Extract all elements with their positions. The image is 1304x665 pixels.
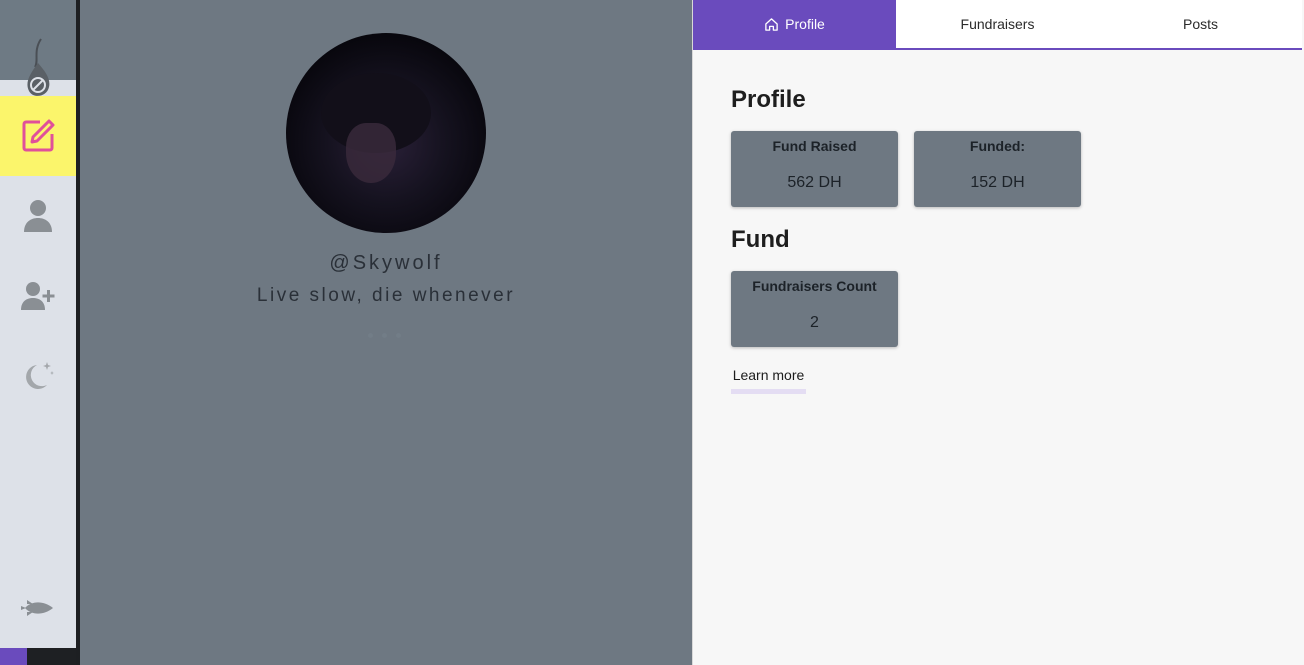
footer-accent	[0, 648, 27, 665]
tab-fundraisers[interactable]: Fundraisers	[896, 0, 1099, 48]
username: @Skywolf	[329, 252, 443, 274]
sidebar-item-add-friend[interactable]	[0, 256, 76, 336]
sidebar	[0, 0, 76, 665]
tab-label: Profile	[785, 16, 825, 32]
card-value: 562 DH	[787, 174, 842, 191]
sidebar-item-theme[interactable]	[0, 336, 76, 416]
tab-posts[interactable]: Posts	[1099, 0, 1302, 48]
person-add-icon	[21, 282, 55, 310]
avatar	[286, 33, 486, 233]
sidebar-item-profile[interactable]	[0, 176, 76, 256]
tab-label: Fundraisers	[960, 16, 1035, 32]
card-value: 152 DH	[970, 174, 1025, 191]
card-label: Fundraisers Count	[752, 278, 877, 294]
tab-profile[interactable]: Profile	[693, 0, 896, 48]
bio: Live slow, die whenever	[256, 285, 516, 306]
rocket-icon	[21, 600, 53, 616]
profile-panel: @Skywolf Live slow, die whenever	[80, 0, 692, 665]
tab-bar: Profile Fundraisers Posts	[693, 0, 1302, 50]
profile-section-title: Profile	[731, 86, 806, 113]
fundraisers-count-card: Fundraisers Count 2	[731, 271, 898, 347]
tab-label: Posts	[1182, 16, 1218, 32]
sidebar-item-launch[interactable]	[0, 568, 76, 648]
learn-more-link[interactable]: Learn more	[731, 364, 806, 394]
sidebar-footer	[0, 648, 76, 665]
card-label: Fund Raised	[772, 138, 857, 154]
home-icon	[765, 17, 778, 31]
card-value: 2	[810, 314, 819, 331]
learn-more-label: Learn more	[732, 367, 805, 383]
content-panel: Profile Fundraisers Posts Profile Fund R…	[692, 0, 1304, 665]
card-label: Funded:	[969, 138, 1026, 154]
edit-icon	[22, 119, 55, 152]
moon-stars-icon	[26, 362, 54, 389]
fund-raised-card: Fund Raised 562 DH	[731, 131, 898, 207]
footer-dark	[27, 648, 76, 665]
funded-card: Funded: 152 DH	[914, 131, 1081, 207]
person-icon	[24, 200, 52, 232]
logo-button[interactable]	[0, 30, 76, 100]
logo-drop-icon	[27, 38, 50, 96]
loading-dots	[368, 333, 401, 338]
fund-section-title: Fund	[731, 226, 790, 253]
sidebar-item-edit[interactable]	[0, 96, 76, 176]
